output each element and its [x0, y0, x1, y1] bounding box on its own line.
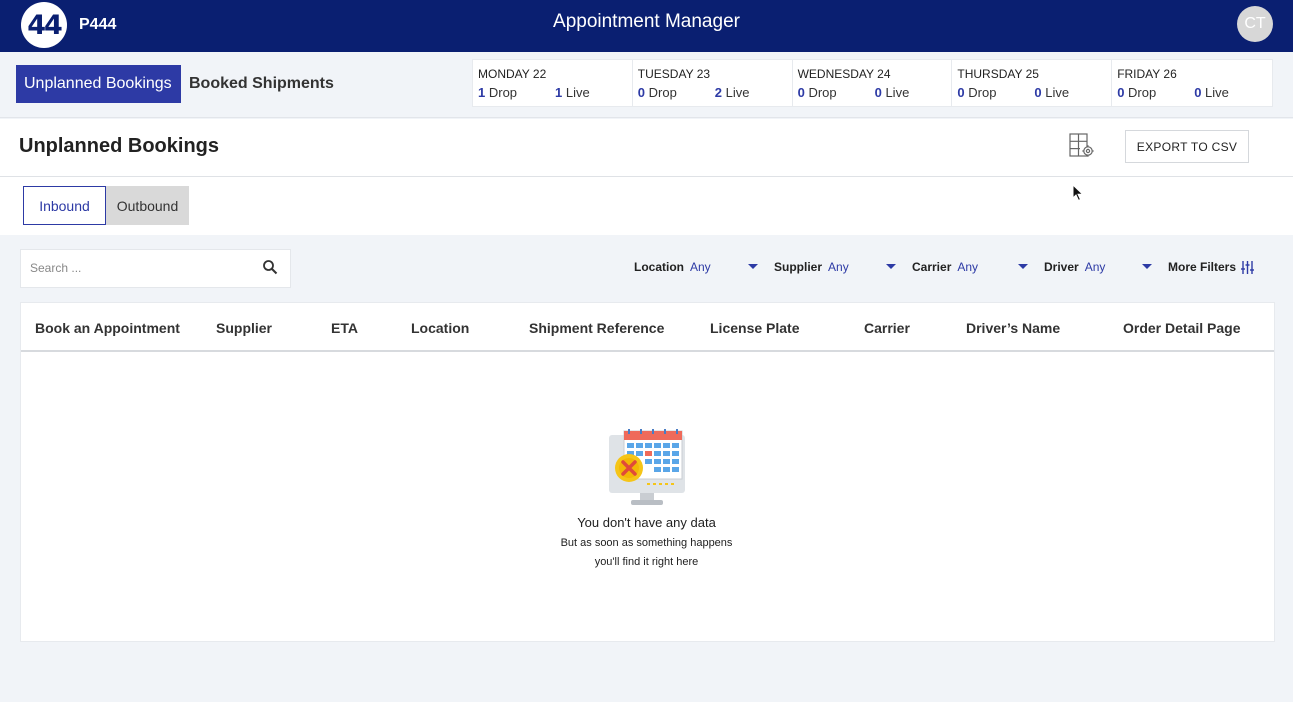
live-label: Live [1045, 85, 1070, 100]
filter-value: Any [1084, 260, 1106, 274]
filter-label: Driver [1044, 260, 1079, 274]
chevron-down-icon[interactable] [748, 264, 758, 269]
table-header: Book an Appointment Supplier ETA Locatio… [21, 303, 1274, 352]
filter-value: Any [957, 260, 979, 274]
day-summary-item[interactable]: MONDAY 22 1 Drop 1 Live [473, 60, 633, 106]
tab-outbound[interactable]: Outbound [106, 186, 189, 225]
drop-count: 0 [637, 85, 646, 100]
column-header[interactable]: Carrier [864, 320, 910, 336]
drop-count: 0 [957, 85, 965, 100]
search-icon[interactable] [262, 259, 278, 275]
live-count: 2 [714, 85, 723, 100]
chevron-down-icon[interactable] [1018, 264, 1028, 269]
tab-unplanned-bookings[interactable]: Unplanned Bookings [16, 65, 181, 103]
column-header[interactable]: License Plate [710, 320, 800, 336]
table-settings-icon[interactable] [1069, 133, 1095, 159]
live-label: Live [1205, 85, 1229, 100]
live-count: 0 [1194, 85, 1202, 100]
day-summary-item[interactable]: TUESDAY 23 0 Drop 2 Live [633, 60, 793, 106]
drop-label: Drop [1128, 85, 1157, 100]
filter-driver[interactable]: Driver Any [1044, 260, 1105, 274]
filter-supplier[interactable]: Supplier Any [774, 260, 849, 274]
filter-carrier[interactable]: Carrier Any [912, 260, 978, 274]
day-name: TUESDAY 23 [637, 67, 711, 81]
live-count: 1 [555, 85, 563, 100]
more-filters-button[interactable]: More Filters [1168, 260, 1255, 274]
column-header[interactable]: Location [411, 320, 469, 336]
drop-label: Drop [968, 85, 997, 100]
column-header[interactable]: Order Detail Page [1123, 320, 1241, 336]
filter-label: Supplier [774, 260, 823, 274]
search-box [20, 249, 291, 288]
chevron-down-icon[interactable] [886, 264, 896, 269]
search-input[interactable] [30, 261, 250, 275]
column-header[interactable]: ETA [331, 320, 358, 336]
app-title: Appointment Manager [553, 11, 740, 32]
tab-inbound[interactable]: Inbound [23, 186, 106, 225]
drop-label: Drop [808, 85, 837, 100]
filter-location[interactable]: Location Any [634, 260, 711, 274]
export-csv-button[interactable]: EXPORT TO CSV [1125, 130, 1249, 163]
day-summary-item[interactable]: WEDNESDAY 24 0 Drop 0 Live [793, 60, 953, 106]
filter-value: Any [828, 260, 849, 274]
day-summary: MONDAY 22 1 Drop 1 Live TUESDAY 23 0 Dro… [472, 59, 1273, 107]
column-header[interactable]: Driver’s Name [966, 320, 1060, 336]
more-filters-label: More Filters [1168, 260, 1237, 274]
drop-count: 1 [478, 85, 486, 100]
page-header: Unplanned Bookings EXPORT TO CSV Inbound… [0, 119, 1293, 235]
empty-state-text: But as soon as something happens [560, 537, 733, 549]
day-summary-item[interactable]: THURSDAY 25 0 Drop 0 Live [952, 60, 1113, 106]
drop-label: Drop [488, 85, 518, 100]
empty-calendar-icon [609, 429, 685, 505]
column-header[interactable]: Book an Appointment [35, 320, 180, 336]
tab-booked-shipments[interactable]: Booked Shipments [181, 65, 342, 103]
filter-label: Carrier [912, 260, 952, 274]
day-name: THURSDAY 25 [957, 67, 1039, 81]
live-label: Live [725, 85, 750, 100]
drop-label: Drop [648, 85, 677, 100]
column-header[interactable]: Supplier [216, 320, 272, 336]
empty-state-text: you'll find it right here [594, 556, 699, 568]
empty-state-title: You don't have any data [577, 515, 716, 530]
nav-row: Unplanned Bookings Booked Shipments MOND… [0, 52, 1293, 118]
live-count: 0 [874, 85, 882, 100]
live-count: 0 [1034, 85, 1042, 100]
drop-count: 0 [797, 85, 805, 100]
page-title: Unplanned Bookings [19, 135, 219, 157]
day-name: MONDAY 22 [478, 67, 547, 81]
chevron-down-icon[interactable] [1142, 264, 1152, 269]
column-header[interactable]: Shipment Reference [529, 320, 664, 336]
day-summary-item[interactable]: FRIDAY 26 0 Drop 0 Live [1112, 60, 1272, 106]
filter-label: Location [634, 260, 684, 274]
mouse-cursor-icon [1072, 184, 1084, 202]
divider [0, 176, 1293, 177]
sliders-icon [1241, 260, 1255, 274]
day-name: FRIDAY 26 [1117, 67, 1177, 81]
day-name: WEDNESDAY 24 [797, 67, 891, 81]
top-bar: 44 P444 Appointment Manager CT [0, 0, 1293, 52]
drop-count: 0 [1117, 85, 1125, 100]
filter-value: Any [690, 260, 711, 274]
live-label: Live [885, 85, 910, 100]
user-avatar[interactable]: CT [1237, 6, 1273, 42]
live-label: Live [565, 85, 590, 100]
